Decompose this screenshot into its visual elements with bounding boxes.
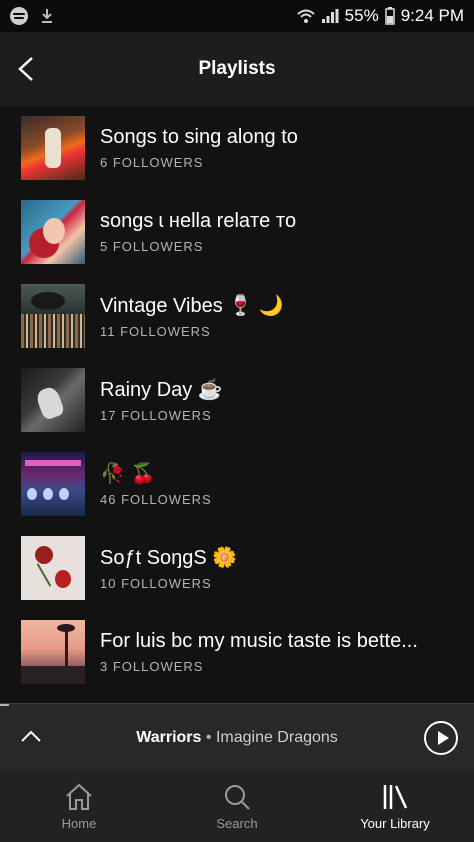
playlist-followers: 11 FOLLOWERS — [100, 324, 211, 339]
tab-your-library-label: Your Library — [360, 816, 430, 831]
playlist-name: Vintage Vibes 🍷 🌙 — [100, 295, 284, 317]
playlist-followers: 3 FOLLOWERS — [100, 659, 204, 674]
back-arrow-icon[interactable] — [14, 54, 40, 84]
playlist-item[interactable]: Songs to sing along to 6 FOLLOWERS — [0, 106, 474, 190]
playlist-name: Soƒt SoŋgS 🌼 — [100, 547, 238, 569]
tab-your-library[interactable]: Your Library — [316, 771, 474, 842]
play-button[interactable] — [424, 721, 458, 755]
battery-icon — [384, 7, 395, 25]
playlist-cover-image — [21, 368, 85, 432]
playlist-name: 🥀 🍒 — [100, 463, 156, 485]
tab-search-label: Search — [216, 816, 258, 831]
status-bar: 55% 9:24 PM — [0, 0, 474, 32]
tab-home-label: Home — [61, 816, 97, 831]
playlist-cover-image — [21, 116, 85, 180]
home-icon — [66, 783, 92, 810]
playlist-item[interactable]: Rainy Day ☕ 17 FOLLOWERS — [0, 358, 474, 442]
playlist-item[interactable]: songs ɩ нella relaтe тo 5 FOLLOWERS — [0, 190, 474, 274]
library-icon — [383, 785, 408, 809]
playlist-cover-image — [21, 452, 85, 516]
playlist-cover-image — [21, 536, 85, 600]
chevron-up-icon[interactable] — [20, 726, 42, 748]
status-left — [10, 7, 54, 25]
tab-search[interactable]: Search — [158, 771, 316, 842]
playlist-name: Songs to sing along to — [100, 126, 298, 148]
playlist-followers: 46 FOLLOWERS — [100, 492, 212, 507]
playlist-followers: 10 FOLLOWERS — [100, 576, 212, 591]
battery-percent: 55% — [344, 6, 379, 25]
playlist-cover-image — [21, 200, 85, 264]
wifi-icon — [296, 9, 315, 23]
playlist-item[interactable]: Vintage Vibes 🍷 🌙 11 FOLLOWERS — [0, 274, 474, 358]
now-playing-title: Warriors — [136, 729, 202, 746]
playlist-item[interactable]: Soƒt SoŋgS 🌼 10 FOLLOWERS — [0, 526, 474, 610]
playlist-followers: 6 FOLLOWERS — [100, 155, 204, 170]
page-header: Playlists — [0, 32, 474, 106]
page-title: Playlists — [198, 58, 276, 79]
playlist-name: Rainy Day ☕ — [100, 379, 223, 401]
signal-icon — [321, 9, 339, 23]
playlist-cover-image — [21, 284, 85, 348]
playlist-followers: 5 FOLLOWERS — [100, 239, 204, 254]
spotify-notification-icon — [10, 7, 28, 25]
status-right: 55% 9:24 PM — [296, 6, 464, 26]
playlist-item[interactable]: 🥀 🍒 46 FOLLOWERS — [0, 442, 474, 526]
tab-home[interactable]: Home — [0, 771, 158, 842]
now-playing-separator: • — [205, 729, 212, 746]
now-playing-artist: Imagine Dragons — [215, 729, 338, 746]
search-icon — [225, 785, 250, 810]
now-playing-text: Warriors • Imagine Dragons — [136, 729, 338, 747]
playlist-item[interactable]: For luis bc my music taste is bette... 3… — [0, 610, 474, 694]
download-icon — [42, 9, 52, 23]
playlist-name: songs ɩ нella relaтe тo — [100, 210, 297, 232]
playlist-list: Songs to sing along to 6 FOLLOWERS songs… — [0, 106, 474, 694]
now-playing-bar[interactable]: Warriors • Imagine Dragons — [0, 703, 474, 772]
playlist-name: For luis bc my music taste is bette... — [100, 630, 418, 652]
playlist-followers: 17 FOLLOWERS — [100, 408, 212, 423]
now-playing-progress — [0, 704, 10, 706]
bottom-tab-bar: Home Search Your Library — [0, 771, 474, 842]
playlist-cover-image — [21, 620, 85, 684]
clock: 9:24 PM — [400, 6, 464, 25]
